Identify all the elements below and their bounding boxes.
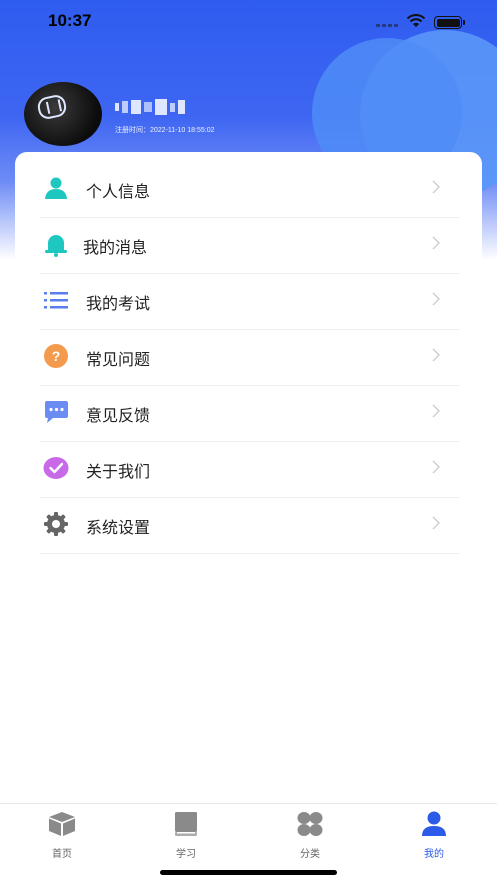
menu-item-settings[interactable]: 系统设置 bbox=[40, 498, 460, 554]
menu-item-label: 常见问题 bbox=[86, 352, 151, 369]
menu-item-label: 关于我们 bbox=[86, 464, 151, 481]
avatar-logo bbox=[36, 93, 68, 121]
user-icon bbox=[45, 177, 67, 199]
battery-icon bbox=[434, 16, 465, 29]
person-icon bbox=[422, 811, 446, 836]
chevron-right-icon bbox=[432, 236, 440, 250]
menu-item-my-messages[interactable]: 我的消息 bbox=[40, 218, 460, 274]
tab-label: 我的 bbox=[424, 849, 444, 860]
chevron-right-icon bbox=[432, 516, 440, 530]
status-bar: 10:37 bbox=[0, 0, 497, 44]
question-icon: ? bbox=[44, 344, 68, 368]
bell-icon bbox=[45, 235, 67, 257]
signal-icon bbox=[376, 24, 398, 27]
tab-home[interactable]: 首页 bbox=[32, 811, 92, 860]
grid-icon bbox=[297, 812, 323, 836]
book-icon bbox=[175, 812, 197, 836]
gear-icon bbox=[44, 512, 68, 536]
registration-time: 注册时间：2022-11-10 18:55:02 bbox=[115, 127, 215, 134]
wifi-icon bbox=[406, 14, 426, 27]
check-icon bbox=[43, 457, 69, 479]
menu-item-label: 个人信息 bbox=[86, 184, 151, 201]
menu-item-label: 意见反馈 bbox=[86, 408, 151, 425]
chevron-right-icon bbox=[432, 460, 440, 474]
username-pixelated bbox=[115, 98, 185, 116]
menu-card: 个人信息 我的消息 我的考试 ? 常见问题 意见反馈 关于我们 系统设置 bbox=[15, 152, 482, 572]
status-time: 10:37 bbox=[48, 11, 92, 30]
chevron-right-icon bbox=[432, 292, 440, 306]
menu-item-my-exams[interactable]: 我的考试 bbox=[40, 274, 460, 330]
chevron-right-icon bbox=[432, 180, 440, 194]
svg-text:?: ? bbox=[52, 348, 61, 364]
menu-item-label: 系统设置 bbox=[86, 520, 151, 537]
menu-item-faq[interactable]: ? 常见问题 bbox=[40, 330, 460, 386]
tab-mine[interactable]: 我的 bbox=[404, 811, 464, 860]
list-icon bbox=[44, 292, 68, 309]
menu-item-label: 我的考试 bbox=[86, 296, 151, 313]
tab-label: 分类 bbox=[300, 849, 320, 860]
tab-category[interactable]: 分类 bbox=[280, 811, 340, 860]
chevron-right-icon bbox=[432, 348, 440, 362]
box-icon bbox=[49, 812, 75, 836]
menu-item-feedback[interactable]: 意见反馈 bbox=[40, 386, 460, 442]
home-indicator bbox=[160, 870, 337, 875]
chat-icon bbox=[45, 401, 68, 423]
menu-item-about-us[interactable]: 关于我们 bbox=[40, 442, 460, 498]
tab-label: 学习 bbox=[176, 849, 196, 860]
avatar[interactable] bbox=[24, 82, 102, 146]
chevron-right-icon bbox=[432, 404, 440, 418]
tab-label: 首页 bbox=[52, 849, 72, 860]
tab-study[interactable]: 学习 bbox=[156, 811, 216, 860]
menu-item-personal-info[interactable]: 个人信息 bbox=[40, 162, 460, 218]
menu-item-label: 我的消息 bbox=[83, 240, 148, 257]
